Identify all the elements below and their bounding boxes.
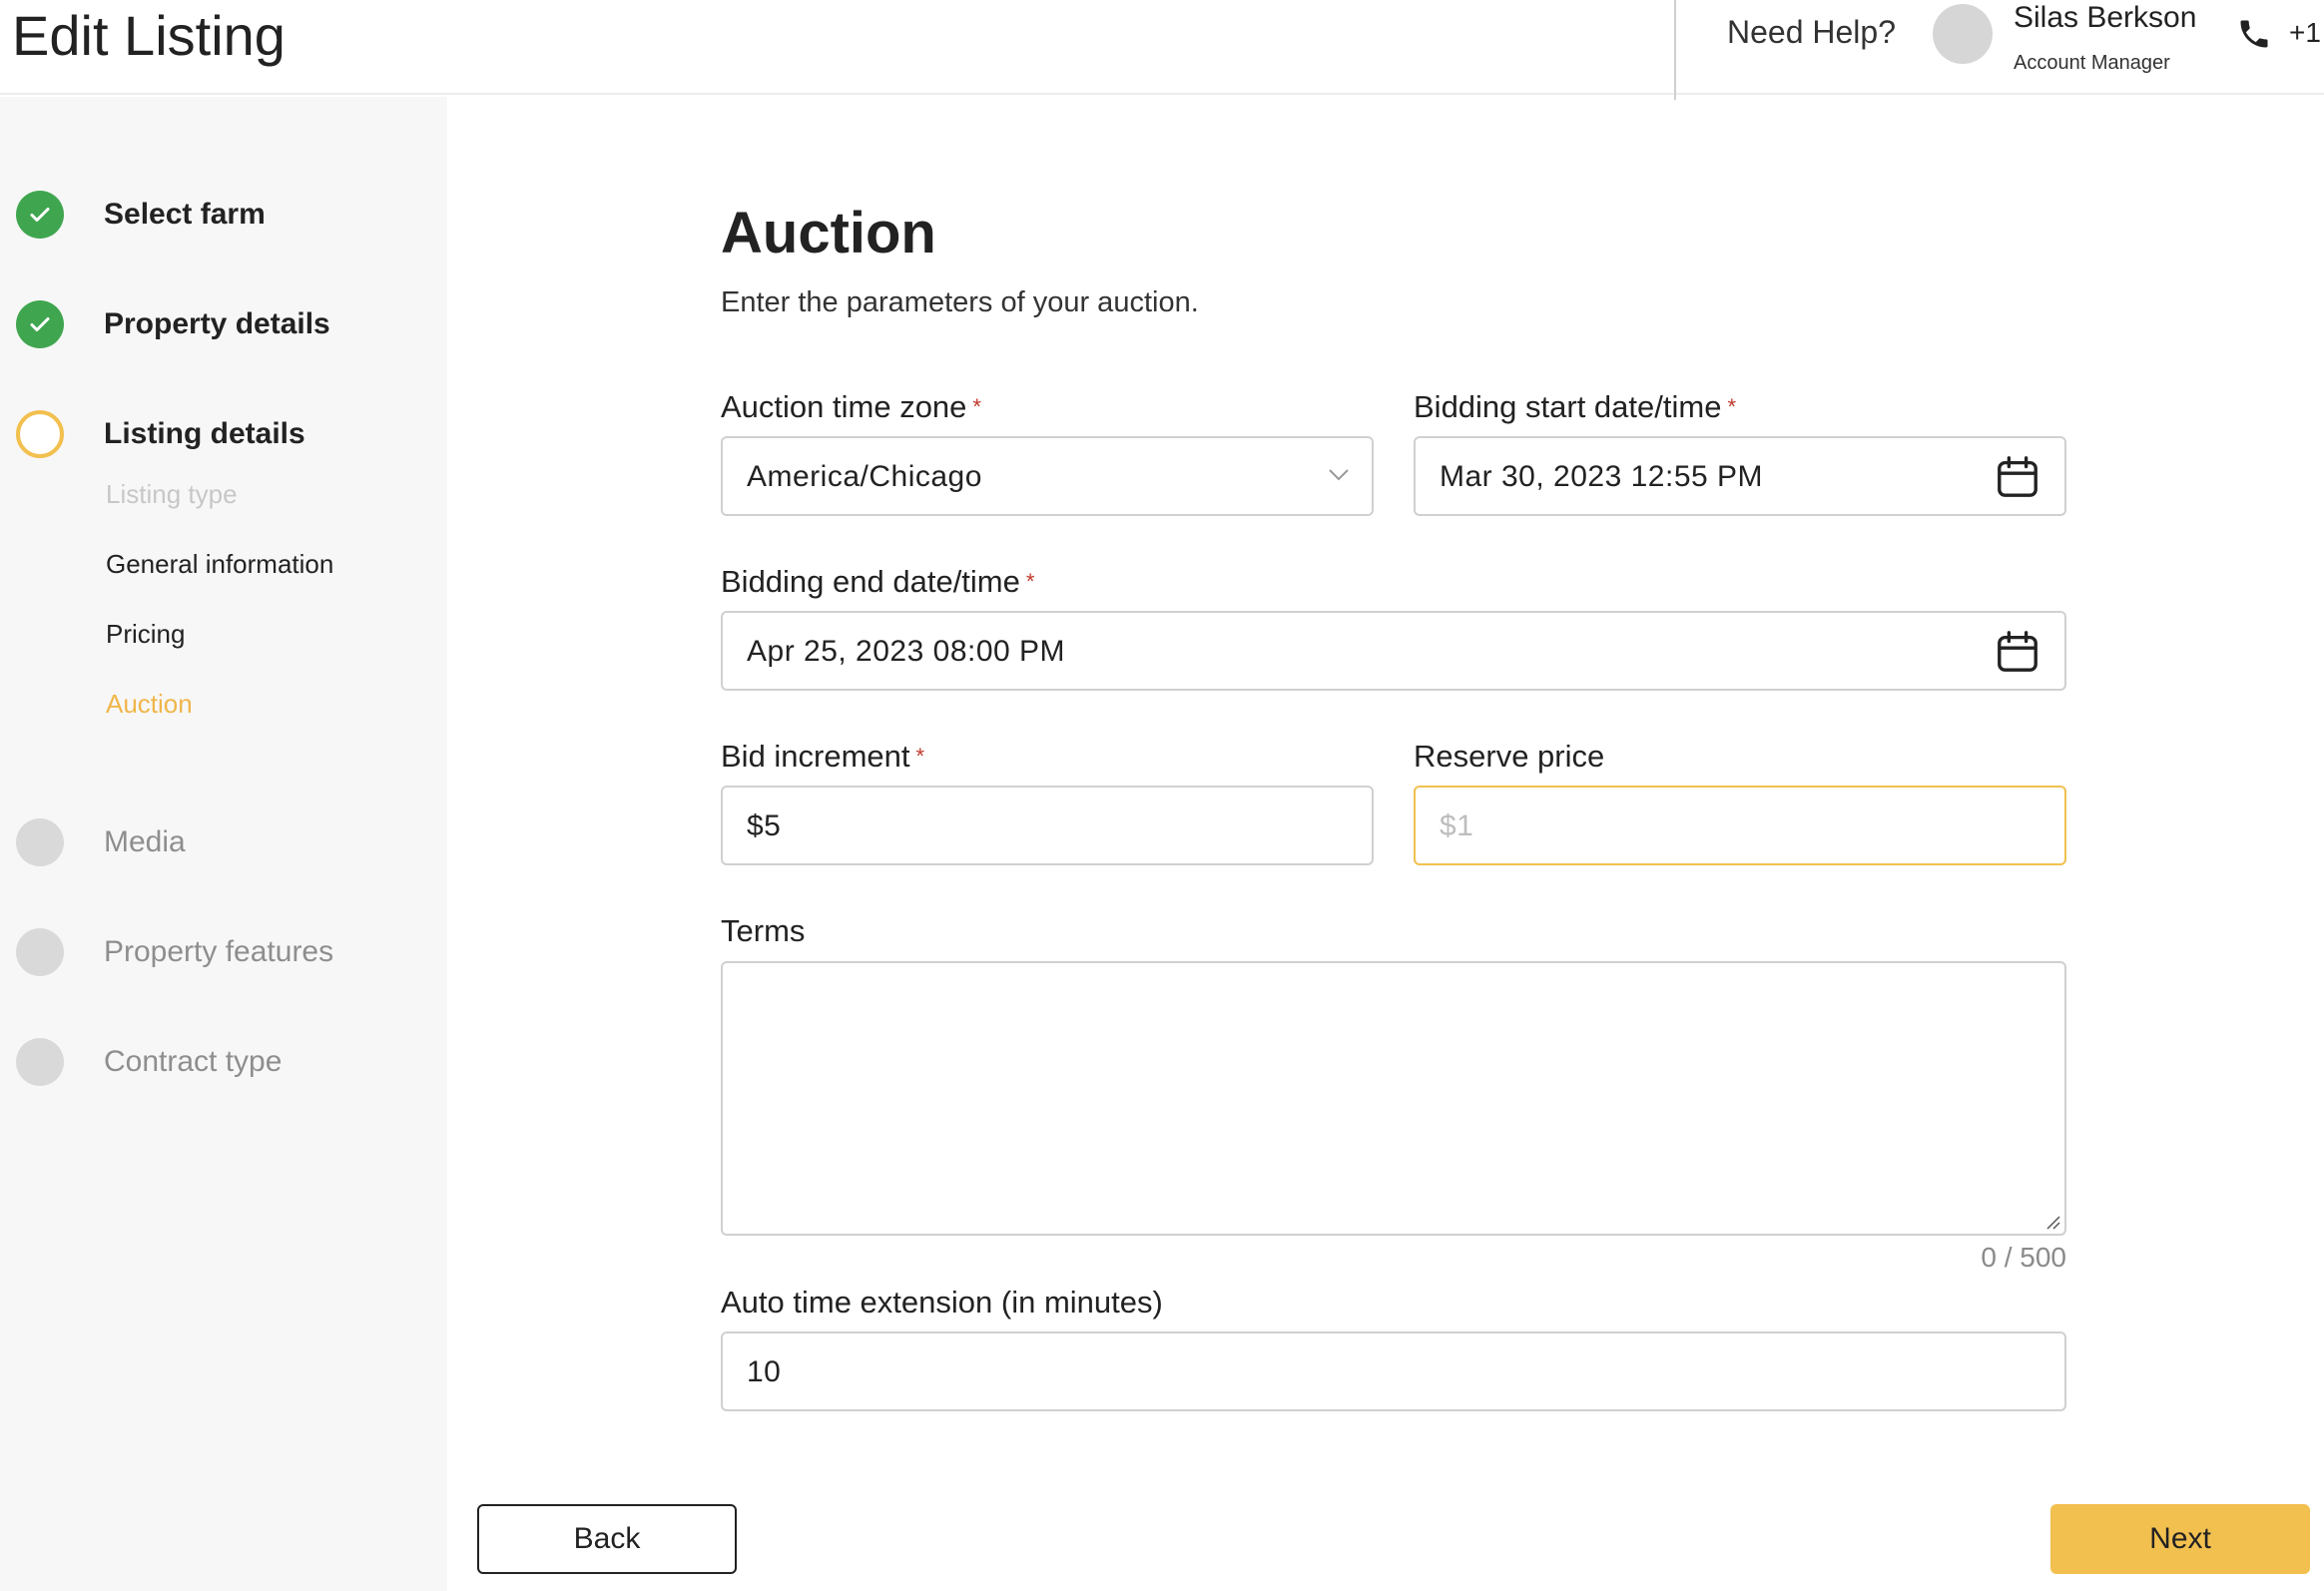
bid-increment-input[interactable]: $5 xyxy=(721,786,1374,865)
back-button[interactable]: Back xyxy=(477,1504,737,1574)
step-select-farm[interactable]: Select farm xyxy=(0,185,447,245)
phone-icon[interactable] xyxy=(2236,16,2272,52)
current-step-ring-icon xyxy=(16,410,64,458)
check-icon xyxy=(16,300,64,348)
reserve-price-label: Reserve price xyxy=(1414,739,1605,774)
required-mark: * xyxy=(915,744,925,769)
steps-sidebar: Select farm Property details Listing det… xyxy=(0,97,447,1591)
pending-step-icon xyxy=(16,928,64,976)
calendar-icon[interactable] xyxy=(1995,629,2040,675)
substep-pricing[interactable]: Pricing xyxy=(106,617,185,651)
end-date-label: Bidding end date/time * xyxy=(721,564,1035,599)
time-extension-input[interactable]: 10 xyxy=(721,1331,2066,1411)
pending-step-icon xyxy=(16,818,64,866)
check-icon xyxy=(16,191,64,239)
reserve-price-input[interactable]: $1 xyxy=(1414,786,2066,865)
section-title: Auction xyxy=(721,201,936,265)
substep-general-information[interactable]: General information xyxy=(106,547,333,581)
substep-listing-type: Listing type xyxy=(106,479,238,509)
step-listing-details[interactable]: Listing details xyxy=(0,404,447,464)
timezone-label: Auction time zone * xyxy=(721,389,981,424)
required-mark: * xyxy=(1727,394,1737,419)
step-property-features[interactable]: Property features xyxy=(0,922,447,982)
end-date-value: Apr 25, 2023 08:00 PM xyxy=(747,635,1066,668)
terms-textarea[interactable] xyxy=(721,961,2066,1236)
section-subtitle: Enter the parameters of your auction. xyxy=(721,286,1199,318)
time-extension-value: 10 xyxy=(747,1355,782,1388)
step-label: Property features xyxy=(104,935,334,968)
time-extension-label: Auto time extension (in minutes) xyxy=(721,1285,1163,1320)
step-label: Media xyxy=(104,825,186,858)
start-date-value: Mar 30, 2023 12:55 PM xyxy=(1440,460,1764,493)
step-label: Property details xyxy=(104,307,330,340)
start-date-input[interactable]: Mar 30, 2023 12:55 PM xyxy=(1414,436,2066,516)
timezone-select[interactable]: America/Chicago xyxy=(721,436,1374,516)
bid-increment-value: $5 xyxy=(747,809,782,842)
resize-handle-icon[interactable] xyxy=(2044,1214,2060,1230)
step-label: Listing details xyxy=(104,417,305,450)
step-label: Contract type xyxy=(104,1045,283,1078)
step-property-details[interactable]: Property details xyxy=(0,294,447,354)
page-title: Edit Listing xyxy=(12,4,286,67)
top-header: Edit Listing Need Help? Silas Berkson Ac… xyxy=(0,0,2324,100)
phone-number[interactable]: +1 xyxy=(2289,16,2321,50)
step-contract-type[interactable]: Contract type xyxy=(0,1032,447,1092)
next-button[interactable]: Next xyxy=(2050,1504,2310,1574)
header-divider xyxy=(1674,0,1676,100)
substep-auction[interactable]: Auction xyxy=(106,687,193,721)
bid-increment-label: Bid increment * xyxy=(721,739,925,774)
end-date-input[interactable]: Apr 25, 2023 08:00 PM xyxy=(721,611,2066,691)
step-label: Select farm xyxy=(104,198,266,231)
timezone-value: America/Chicago xyxy=(747,460,982,493)
chevron-down-icon xyxy=(1329,469,1349,481)
calendar-icon[interactable] xyxy=(1995,454,2040,500)
need-help-link[interactable]: Need Help? xyxy=(1727,12,1896,52)
account-manager-role: Account Manager xyxy=(2014,52,2170,74)
account-manager-name: Silas Berkson xyxy=(2014,1,2197,34)
step-media[interactable]: Media xyxy=(0,812,447,872)
start-date-label: Bidding start date/time * xyxy=(1414,389,1737,424)
pending-step-icon xyxy=(16,1038,64,1086)
reserve-price-placeholder: $1 xyxy=(1440,809,1474,842)
terms-label: Terms xyxy=(721,913,806,948)
required-mark: * xyxy=(972,394,981,419)
terms-char-count: 0 / 500 xyxy=(1981,1242,2066,1273)
required-mark: * xyxy=(1025,569,1035,594)
account-manager-avatar xyxy=(1933,4,1993,64)
